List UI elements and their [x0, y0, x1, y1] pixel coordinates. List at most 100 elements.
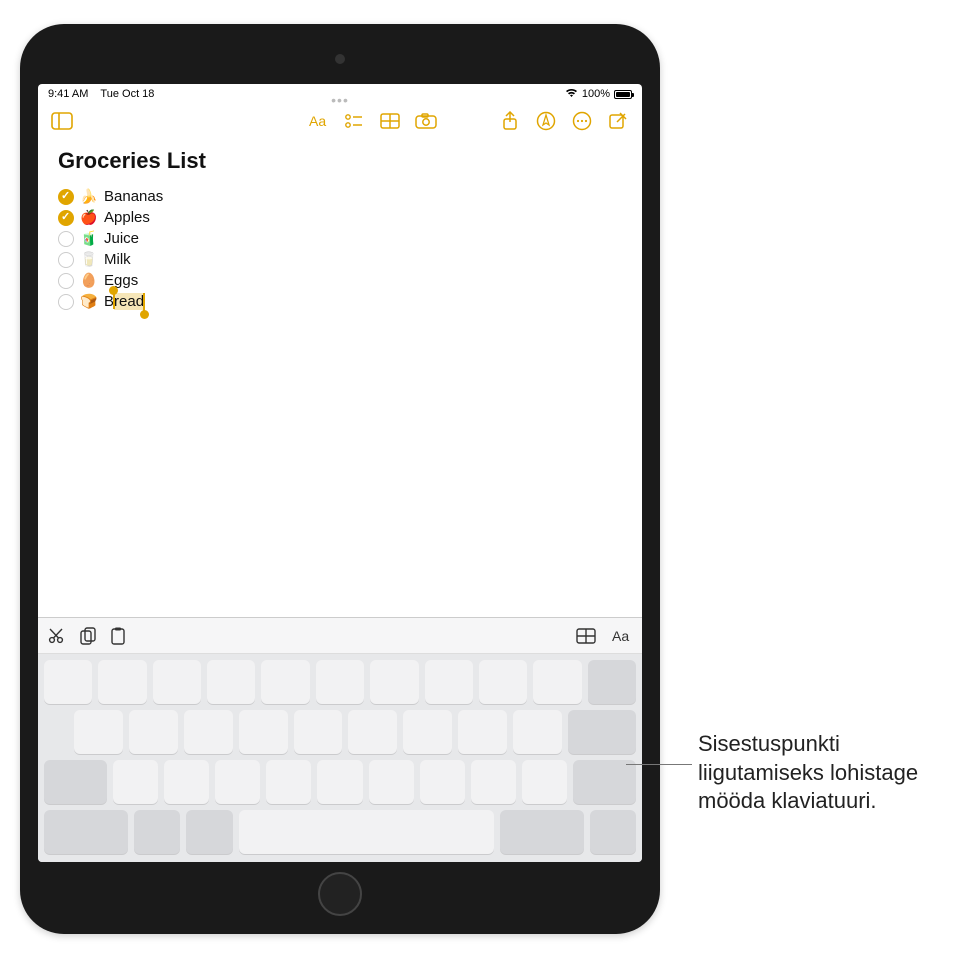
- notes-toolbar: ••• Aa: [38, 102, 642, 140]
- mic-key[interactable]: [186, 810, 232, 854]
- return-key[interactable]: [568, 710, 636, 754]
- callout-leader-line: [626, 764, 692, 765]
- key[interactable]: [348, 710, 397, 754]
- keyboard[interactable]: Aa: [38, 617, 642, 862]
- status-time-date: 9:41 AM Tue Oct 18: [48, 88, 154, 100]
- keyboard-keys[interactable]: [38, 654, 642, 862]
- front-camera: [335, 54, 345, 64]
- key[interactable]: [74, 710, 123, 754]
- copy-icon[interactable]: [80, 627, 96, 645]
- key[interactable]: [403, 710, 452, 754]
- key[interactable]: [113, 760, 158, 804]
- text-format-icon[interactable]: Aa: [304, 107, 332, 135]
- ipad-device-frame: 9:41 AM Tue Oct 18 100% ••• Aa: [20, 24, 660, 934]
- item-emoji: 🍌: [80, 188, 98, 205]
- key[interactable]: [294, 710, 343, 754]
- key[interactable]: [44, 660, 92, 704]
- key[interactable]: [261, 660, 309, 704]
- item-emoji: 🥛: [80, 251, 98, 268]
- selection-handle-start[interactable]: [109, 286, 118, 295]
- key[interactable]: [522, 760, 567, 804]
- key[interactable]: [215, 760, 260, 804]
- shift-key[interactable]: [573, 760, 636, 804]
- key[interactable]: [266, 760, 311, 804]
- checklist-icon[interactable]: [340, 107, 368, 135]
- checklist-item[interactable]: 🧃 Juice: [58, 228, 622, 249]
- markup-icon[interactable]: [532, 107, 560, 135]
- item-emoji: 🍎: [80, 209, 98, 226]
- check-circle-icon[interactable]: [58, 210, 74, 226]
- svg-text:Aa: Aa: [309, 113, 326, 129]
- note-content[interactable]: Groceries List 🍌 Bananas 🍎 Apples 🧃 Juice 🥛 Mil…: [38, 140, 642, 617]
- key[interactable]: [184, 710, 233, 754]
- status-right: 100%: [565, 88, 632, 101]
- check-circle-icon[interactable]: [58, 252, 74, 268]
- checklist-item[interactable]: 🥛 Milk: [58, 249, 622, 270]
- checklist: 🍌 Bananas 🍎 Apples 🧃 Juice 🥛 Milk 🥚 Eggs 🍞 Bread: [58, 186, 622, 312]
- key[interactable]: [164, 760, 209, 804]
- key[interactable]: [479, 660, 527, 704]
- shift-key[interactable]: [44, 760, 107, 804]
- check-circle-icon[interactable]: [58, 231, 74, 247]
- item-text: Milk: [104, 251, 131, 268]
- key[interactable]: [370, 660, 418, 704]
- sidebar-toggle-icon[interactable]: [48, 107, 76, 135]
- backspace-key[interactable]: [588, 660, 636, 704]
- keyboard-toolbar: Aa: [38, 618, 642, 654]
- home-button[interactable]: [318, 872, 362, 916]
- key[interactable]: [316, 660, 364, 704]
- keyboard-format-icon[interactable]: Aa: [610, 627, 632, 645]
- key[interactable]: [533, 660, 581, 704]
- checklist-item[interactable]: 🍎 Apples: [58, 207, 622, 228]
- numbers-key[interactable]: [44, 810, 128, 854]
- checklist-item[interactable]: 🍞 Bread: [58, 291, 622, 312]
- numbers-key[interactable]: [500, 810, 584, 854]
- selection-handle-end[interactable]: [140, 310, 149, 319]
- svg-text:Aa: Aa: [612, 628, 629, 644]
- space-key[interactable]: [239, 810, 494, 854]
- checklist-item[interactable]: 🥚 Eggs: [58, 270, 622, 291]
- key[interactable]: [239, 710, 288, 754]
- status-date: Tue Oct 18: [100, 88, 154, 100]
- compose-icon[interactable]: [604, 107, 632, 135]
- status-time: 9:41 AM: [48, 88, 88, 100]
- item-text: Eggs: [104, 272, 138, 289]
- share-icon[interactable]: [496, 107, 524, 135]
- keyboard-table-icon[interactable]: [576, 628, 596, 644]
- toolbar-overflow-dots[interactable]: •••: [331, 92, 349, 108]
- item-text: Bread: [104, 293, 144, 310]
- key[interactable]: [513, 710, 562, 754]
- item-emoji: 🧃: [80, 230, 98, 247]
- wifi-icon: [565, 88, 578, 101]
- key[interactable]: [420, 760, 465, 804]
- camera-icon[interactable]: [412, 107, 440, 135]
- key[interactable]: [207, 660, 255, 704]
- item-text: Bananas: [104, 188, 163, 205]
- globe-key[interactable]: [134, 810, 180, 854]
- key[interactable]: [317, 760, 362, 804]
- check-circle-icon[interactable]: [58, 273, 74, 289]
- key[interactable]: [98, 660, 146, 704]
- item-emoji: 🍞: [80, 293, 98, 310]
- item-text: Juice: [104, 230, 139, 247]
- callout-text: Sisestuspunkti liigutamiseks lohistage m…: [698, 730, 933, 816]
- key[interactable]: [425, 660, 473, 704]
- check-circle-icon[interactable]: [58, 189, 74, 205]
- paste-icon[interactable]: [110, 627, 126, 645]
- key[interactable]: [369, 760, 414, 804]
- key[interactable]: [471, 760, 516, 804]
- table-icon[interactable]: [376, 107, 404, 135]
- check-circle-icon[interactable]: [58, 294, 74, 310]
- key[interactable]: [153, 660, 201, 704]
- cut-icon[interactable]: [48, 628, 66, 644]
- dismiss-keyboard-key[interactable]: [590, 810, 636, 854]
- more-icon[interactable]: [568, 107, 596, 135]
- item-text: Apples: [104, 209, 150, 226]
- item-emoji: 🥚: [80, 272, 98, 289]
- battery-percent: 100%: [582, 88, 610, 100]
- key[interactable]: [458, 710, 507, 754]
- screen: 9:41 AM Tue Oct 18 100% ••• Aa: [38, 84, 642, 862]
- checklist-item[interactable]: 🍌 Bananas: [58, 186, 622, 207]
- key[interactable]: [129, 710, 178, 754]
- note-title: Groceries List: [58, 148, 622, 174]
